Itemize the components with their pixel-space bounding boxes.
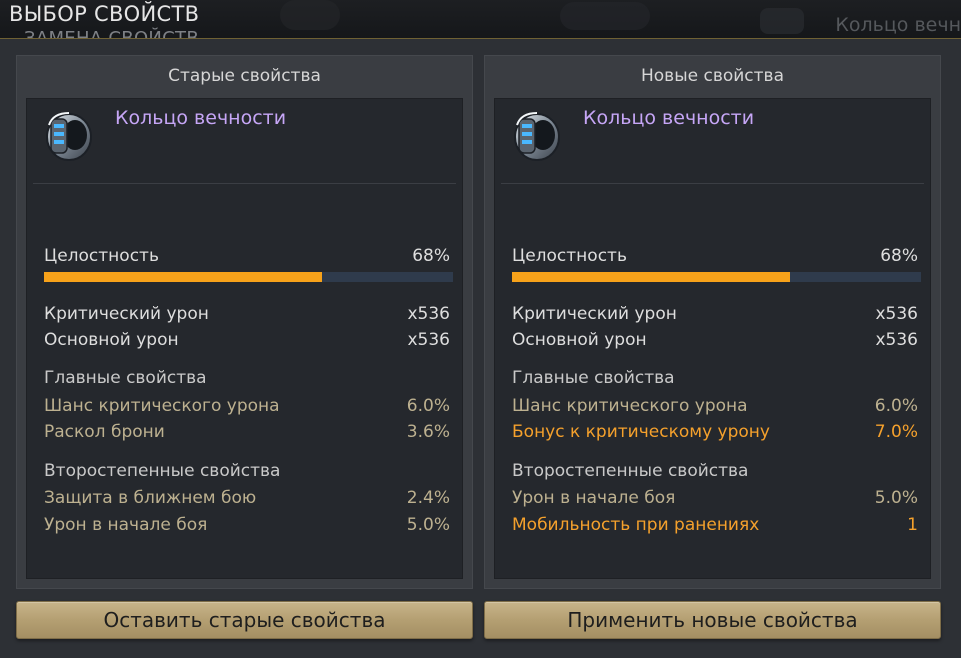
- stat-row: Урон в начале боя 5.0%: [512, 487, 918, 509]
- stat-value: 6.0%: [874, 396, 918, 416]
- background-decoration: [760, 8, 804, 34]
- stat-label: Основной урон: [44, 330, 179, 350]
- stat-row: Урон в начале боя 5.0%: [44, 514, 450, 536]
- stat-value: 1: [907, 515, 918, 535]
- stat-row: Шанс критического урона 6.0%: [44, 395, 450, 417]
- stat-label: Урон в начале боя: [512, 488, 676, 508]
- stat-label: Защита в ближнем бою: [44, 488, 257, 508]
- stat-value: 3.6%: [406, 422, 450, 442]
- durability-fill: [512, 272, 791, 282]
- stat-row-new: Бонус к критическому урону 7.0%: [512, 421, 918, 443]
- durability-value: 68%: [880, 246, 918, 266]
- stat-value: 6.0%: [406, 396, 450, 416]
- durability-row: Целостность 68%: [44, 245, 450, 267]
- main-properties-title: Главные свойства: [512, 368, 675, 388]
- stat-row-new: Мобильность при ранениях 1: [512, 514, 918, 536]
- secondary-properties-title: Второстепенные свойства: [44, 461, 281, 481]
- reroll-dialog: Старые свойства Кольцо вечности Целостно…: [0, 38, 961, 658]
- stat-value: 5.0%: [874, 488, 918, 508]
- divider: [501, 183, 924, 184]
- durability-label: Целостность: [512, 246, 627, 266]
- divider: [33, 183, 456, 184]
- ring-icon: [514, 112, 560, 161]
- durability-fill: [44, 272, 323, 282]
- stat-row: Защита в ближнем бою 2.4%: [44, 487, 450, 509]
- stat-row: Критический урон x536: [512, 303, 918, 325]
- stat-row: Основной урон x536: [512, 329, 918, 351]
- stat-value: 5.0%: [406, 515, 450, 535]
- item-name: Кольцо вечности: [115, 107, 287, 129]
- durability-row: Целостность 68%: [512, 245, 918, 267]
- stat-label: Шанс критического урона: [44, 396, 280, 416]
- apply-new-properties-button[interactable]: Применить новые свойства: [484, 601, 941, 639]
- durability-label: Целостность: [44, 246, 159, 266]
- durability-bar: [44, 272, 453, 282]
- item-header: Кольцо вечности: [27, 99, 462, 179]
- stat-row: Основной урон x536: [44, 329, 450, 351]
- top-bar: ВЫБОР СВОЙСТВ ЗАМЕНА СВОЙСТВ Кольцо вечн: [0, 0, 961, 38]
- stat-label: Критический урон: [512, 304, 677, 324]
- ring-icon: [46, 112, 92, 161]
- stat-value: 2.4%: [406, 488, 450, 508]
- stat-label: Раскол брони: [44, 422, 165, 442]
- stat-label: Критический урон: [44, 304, 209, 324]
- stat-value: x536: [875, 304, 918, 324]
- panel-header: Старые свойства: [168, 66, 321, 86]
- window-subtitle: ЗАМЕНА СВОЙСТВ: [24, 28, 199, 38]
- stat-value: x536: [407, 304, 450, 324]
- panel-content: Кольцо вечности Целостность 68% Критичес…: [26, 98, 463, 579]
- stat-row: Шанс критического урона 6.0%: [512, 395, 918, 417]
- durability-value: 68%: [412, 246, 450, 266]
- secondary-properties-title: Второстепенные свойства: [512, 461, 749, 481]
- stat-value: x536: [875, 330, 918, 350]
- background-decoration: [560, 2, 650, 30]
- new-properties-panel: Новые свойства Кольцо вечности Целостнос…: [484, 55, 941, 589]
- panel-content: Кольцо вечности Целостность 68% Критичес…: [494, 98, 931, 579]
- stat-label: Шанс критического урона: [512, 396, 748, 416]
- stat-label: Урон в начале боя: [44, 515, 208, 535]
- background-item-label: Кольцо вечн: [835, 14, 961, 36]
- panel-header: Новые свойства: [641, 66, 784, 86]
- item-name: Кольцо вечности: [583, 107, 755, 129]
- stat-row: Критический урон x536: [44, 303, 450, 325]
- main-properties-title: Главные свойства: [44, 368, 207, 388]
- background-decoration: [280, 0, 340, 30]
- window-title: ВЫБОР СВОЙСТВ: [9, 2, 200, 26]
- item-header: Кольцо вечности: [495, 99, 930, 179]
- stat-value: x536: [407, 330, 450, 350]
- stat-label: Мобильность при ранениях: [512, 515, 760, 535]
- durability-bar: [512, 272, 921, 282]
- keep-old-properties-button[interactable]: Оставить старые свойства: [16, 601, 473, 639]
- old-properties-panel: Старые свойства Кольцо вечности Целостно…: [16, 55, 473, 589]
- stat-row: Раскол брони 3.6%: [44, 421, 450, 443]
- stat-label: Основной урон: [512, 330, 647, 350]
- stat-label: Бонус к критическому урону: [512, 422, 770, 442]
- stat-value: 7.0%: [874, 422, 918, 442]
